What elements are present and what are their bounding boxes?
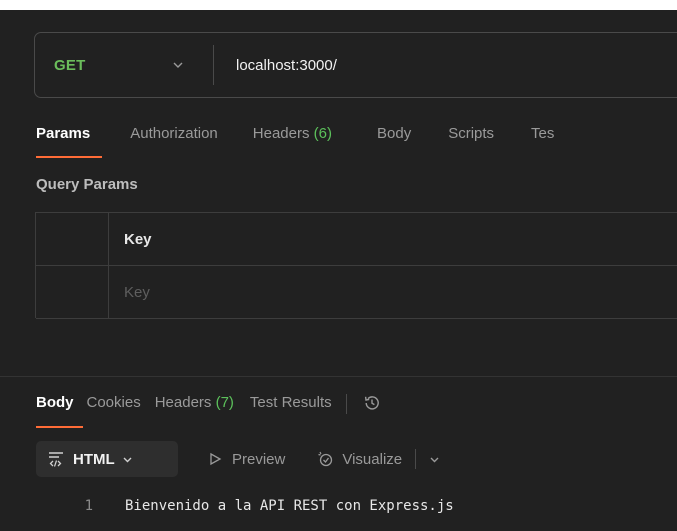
preview-label: Preview (232, 450, 286, 468)
line-number: 1 (84, 498, 93, 514)
tab-label: Body (36, 394, 74, 411)
response-tab-body[interactable]: Body (36, 392, 83, 428)
key-column-header: Key (124, 230, 152, 248)
visualize-label: Visualize (342, 450, 403, 468)
response-tab-test-results[interactable]: Test Results (250, 392, 332, 426)
format-select-button[interactable]: HTML (36, 441, 178, 477)
url-input[interactable]: localhost:3000/ (236, 57, 337, 74)
format-label: HTML (73, 450, 115, 468)
chevron-down-icon[interactable] (428, 453, 441, 466)
window-top-edge (0, 0, 677, 10)
response-body-editor[interactable]: 1 Bienvenido a la API REST con Express.j… (0, 494, 677, 518)
chevron-down-icon (173, 62, 183, 68)
checkbox-column-header (36, 213, 109, 265)
response-divider[interactable] (0, 376, 677, 377)
response-tabs: Body Cookies Headers (7) Test Results (36, 392, 381, 428)
tab-tests[interactable]: Tes (531, 120, 554, 158)
tab-label: Body (377, 125, 412, 142)
response-toolbar: HTML Preview Visualize (36, 441, 441, 477)
response-line-text: Bienvenido a la API REST con Express.js (125, 498, 454, 514)
row-checkbox-cell[interactable] (36, 266, 109, 318)
tab-label: Headers (252, 125, 310, 142)
history-icon[interactable] (363, 394, 381, 412)
tab-label: Tes (531, 125, 555, 142)
response-headers-count: (7) (215, 394, 234, 411)
headers-count: (6) (313, 125, 332, 142)
chevron-down-icon (123, 457, 132, 462)
key-input[interactable]: Key (109, 266, 677, 318)
method-label: GET (54, 56, 86, 74)
tab-headers[interactable]: Headers (6) (253, 120, 332, 158)
query-params-title: Query Params (36, 176, 138, 193)
tab-label: Cookies (86, 394, 141, 411)
preview-button[interactable]: Preview (208, 451, 285, 468)
visualize-button[interactable]: Visualize (317, 450, 402, 468)
postman-request-panel: GET localhost:3000/ Params Authorization… (0, 0, 677, 531)
request-bar: GET localhost:3000/ (34, 32, 677, 98)
tab-params[interactable]: Params (36, 120, 103, 158)
request-tabs: Params Authorization Headers (6) Body Sc… (36, 120, 554, 160)
method-divider (213, 45, 214, 85)
tab-label: Headers (154, 394, 212, 411)
response-tab-headers[interactable]: Headers (7) (155, 392, 234, 426)
table-header-row: Key (36, 213, 677, 266)
query-params-table: Key Key (35, 212, 677, 319)
visualize-icon (318, 451, 333, 467)
tab-label: Params (36, 125, 91, 142)
html-format-icon (49, 452, 63, 467)
response-tab-cookies[interactable]: Cookies (87, 392, 141, 426)
tab-label: Authorization (130, 125, 218, 142)
tab-label: Scripts (448, 125, 495, 142)
table-row: Key (36, 266, 677, 319)
tab-separator (345, 394, 347, 414)
tab-body[interactable]: Body (377, 120, 411, 158)
tab-scripts[interactable]: Scripts (448, 120, 494, 158)
tab-authorization[interactable]: Authorization (130, 120, 218, 158)
tab-label: Test Results (249, 394, 332, 411)
method-select[interactable]: GET (35, 33, 213, 97)
play-outline-icon (210, 452, 222, 466)
visualize-separator (415, 449, 417, 469)
